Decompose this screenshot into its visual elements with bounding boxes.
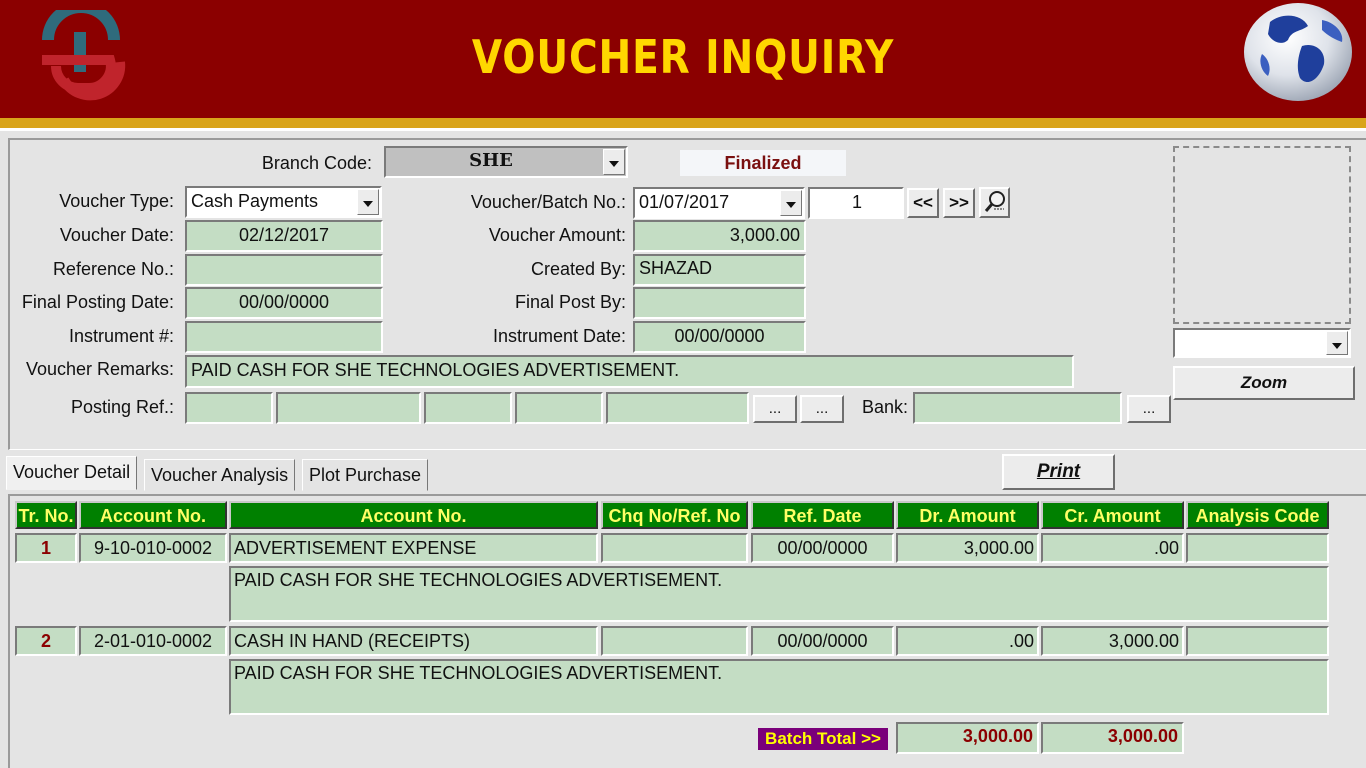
- batch-total-label: Batch Total >>: [758, 728, 888, 750]
- row-1-ref-date: 00/00/0000: [751, 533, 894, 563]
- column-header-account-code: Account No.: [79, 501, 227, 529]
- instrument-no-label: Instrument #:: [68, 326, 174, 346]
- voucher-amount-field: 3,000.00: [633, 220, 806, 252]
- voucher-batch-number-input[interactable]: 1: [808, 187, 904, 219]
- row-2-analysis-code: [1186, 626, 1329, 656]
- status-badge: Finalized: [680, 150, 846, 176]
- next-button[interactable]: >>: [943, 188, 975, 218]
- reference-no-field: [185, 254, 383, 286]
- column-header-tr-no: Tr. No.: [15, 501, 77, 529]
- voucher-amount-label: Voucher Amount:: [488, 225, 626, 245]
- row-2-tr-no: 2: [15, 626, 77, 656]
- page-title: VOUCHER INQUIRY: [471, 30, 895, 84]
- voucher-date-label: Voucher Date:: [59, 225, 174, 245]
- final-post-by-field: [633, 287, 806, 319]
- branch-code-label: Branch Code:: [261, 153, 372, 173]
- bank-lookup-button[interactable]: ...: [1127, 395, 1171, 423]
- voucher-type-label: Voucher Type:: [59, 191, 174, 211]
- tab-voucher-analysis[interactable]: Voucher Analysis: [144, 459, 296, 491]
- column-header-dr-amount: Dr. Amount: [896, 501, 1039, 529]
- posting-ref-field-2: [276, 392, 421, 424]
- voucher-type-select[interactable]: Cash Payments: [185, 186, 382, 218]
- posting-ref-label: Posting Ref.:: [70, 397, 174, 417]
- voucher-date-field: 02/12/2017: [185, 220, 383, 252]
- row-2-ref-date: 00/00/0000: [751, 626, 894, 656]
- row-2-chq-ref: [601, 626, 748, 656]
- row-1-account-code: 9-10-010-0002: [79, 533, 227, 563]
- row-1-cr-amount: .00: [1041, 533, 1184, 563]
- posting-ref-lookup-button-1[interactable]: ...: [753, 395, 797, 423]
- column-header-chq-ref: Chq No/Ref. No: [601, 501, 748, 529]
- instrument-no-field: [185, 321, 383, 353]
- chevron-down-icon[interactable]: [1326, 331, 1348, 355]
- posting-ref-field-3: [424, 392, 512, 424]
- row-1-dr-amount: 3,000.00: [896, 533, 1039, 563]
- voucher-remarks-field: PAID CASH FOR SHE TECHNOLOGIES ADVERTISE…: [185, 355, 1074, 388]
- posting-ref-lookup-button-2[interactable]: ...: [800, 395, 844, 423]
- column-header-ref-date: Ref. Date: [751, 501, 894, 529]
- posting-ref-field-5: [606, 392, 749, 424]
- header-divider: [0, 128, 1366, 131]
- tab-plot-purchase[interactable]: Plot Purchase: [302, 459, 429, 491]
- row-2-description: PAID CASH FOR SHE TECHNOLOGIES ADVERTISE…: [229, 659, 1329, 715]
- final-posting-date-field: 00/00/0000: [185, 287, 383, 319]
- bank-label: Bank:: [861, 397, 908, 417]
- posting-ref-field-1: [185, 392, 273, 424]
- row-2-cr-amount: 3,000.00: [1041, 626, 1184, 656]
- header-stripe: [0, 118, 1366, 128]
- batch-total-dr: 3,000.00: [896, 722, 1039, 754]
- row-1-description: PAID CASH FOR SHE TECHNOLOGIES ADVERTISE…: [229, 566, 1329, 622]
- row-2-dr-amount: .00: [896, 626, 1039, 656]
- posting-ref-field-4: [515, 392, 603, 424]
- created-by-label: Created By:: [530, 259, 626, 279]
- image-select[interactable]: [1173, 328, 1351, 358]
- voucher-batch-date-select[interactable]: 01/07/2017: [633, 187, 805, 219]
- created-by-field: SHAZAD: [633, 254, 806, 286]
- reference-no-label: Reference No.:: [52, 259, 174, 279]
- voucher-batch-date-value: 01/07/2017: [639, 192, 730, 212]
- voucher-batch-label: Voucher/Batch No.:: [470, 192, 626, 212]
- chevron-down-icon[interactable]: [780, 190, 802, 216]
- voucher-type-value: Cash Payments: [191, 191, 319, 211]
- row-1-analysis-code: [1186, 533, 1329, 563]
- chevron-down-icon[interactable]: [357, 189, 379, 215]
- bank-field: [913, 392, 1122, 424]
- row-2-account-code: 2-01-010-0002: [79, 626, 227, 656]
- branch-code-value: SHE: [469, 150, 513, 171]
- column-header-analysis-code: Analysis Code: [1186, 501, 1329, 529]
- instrument-date-label: Instrument Date:: [492, 326, 626, 346]
- final-posting-date-label: Final Posting Date:: [21, 292, 174, 312]
- row-1-chq-ref: [601, 533, 748, 563]
- column-header-account-name: Account No.: [229, 501, 598, 529]
- globe-icon: [1242, 2, 1354, 102]
- zoom-button[interactable]: Zoom: [1173, 366, 1355, 400]
- previous-button[interactable]: <<: [907, 188, 939, 218]
- row-1-account-name: ADVERTISEMENT EXPENSE: [229, 533, 598, 563]
- voucher-remarks-label: Voucher Remarks:: [25, 359, 174, 379]
- batch-total-cr: 3,000.00: [1041, 722, 1184, 754]
- print-button[interactable]: Print: [1002, 454, 1115, 490]
- row-1-tr-no: 1: [15, 533, 77, 563]
- final-post-by-label: Final Post By:: [514, 292, 626, 312]
- search-icon: [984, 191, 1005, 212]
- tab-voucher-detail[interactable]: Voucher Detail: [6, 456, 138, 490]
- column-header-cr-amount: Cr. Amount: [1041, 501, 1184, 529]
- voucher-image-preview: [1173, 146, 1351, 324]
- search-button[interactable]: [979, 187, 1010, 218]
- chevron-down-icon[interactable]: [603, 149, 625, 175]
- row-2-account-name: CASH IN HAND (RECEIPTS): [229, 626, 598, 656]
- instrument-date-field: 00/00/0000: [633, 321, 806, 353]
- branch-code-select[interactable]: SHE: [384, 146, 628, 178]
